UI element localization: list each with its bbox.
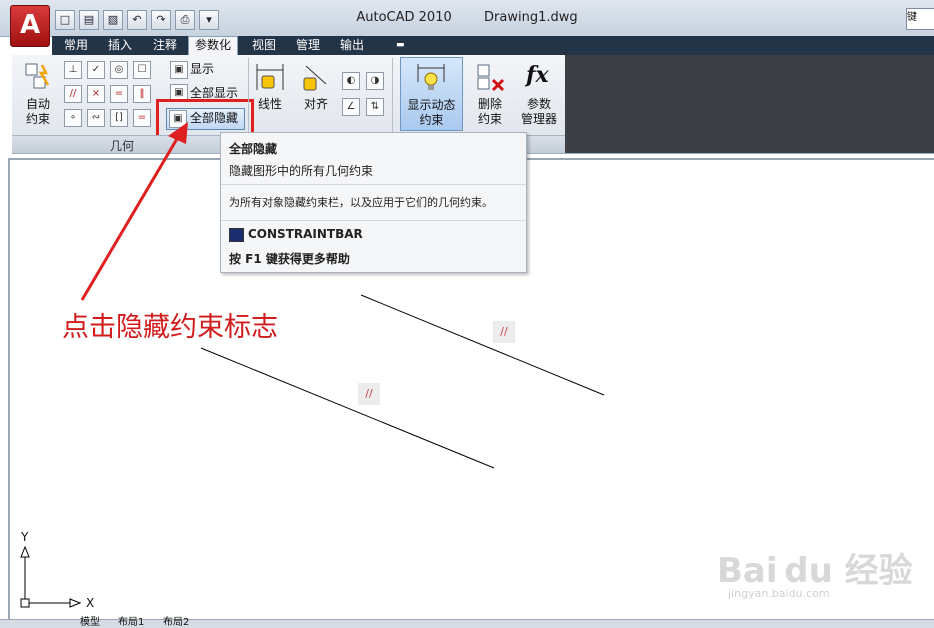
ucs-y-label: Y: [21, 530, 29, 544]
tooltip: 全部隐藏 隐藏图形中的所有几何约束 为所有对象隐藏约束栏，以及应用于它们的几何约…: [220, 132, 527, 273]
tab-model[interactable]: 模型: [80, 618, 100, 628]
ucs-x-label: X: [86, 596, 95, 610]
application-menu-button[interactable]: A: [10, 5, 50, 47]
command-icon: [229, 228, 244, 242]
drawn-line-upper[interactable]: [360, 294, 605, 396]
tooltip-command: CONSTRAINTBAR: [248, 227, 363, 241]
annotation-arrow-head: [168, 122, 188, 144]
tooltip-help: 按 F1 键获得更多帮助: [229, 252, 350, 266]
ucs-y-arrow: [20, 545, 30, 558]
annotation-arrow: [80, 131, 183, 301]
tab-layout2[interactable]: 布局2: [163, 618, 189, 628]
tooltip-summary: 隐藏图形中的所有几何约束: [229, 164, 374, 178]
watermark-logo: Bai du 经验: [717, 551, 913, 591]
parallel-constraint-badge-1[interactable]: //: [493, 321, 515, 343]
tooltip-title: 全部隐藏: [229, 142, 278, 156]
annotation-text: 点击隐藏约束标志: [62, 312, 278, 343]
drawn-line-lower[interactable]: [200, 347, 495, 469]
parallel-constraint-badge-2[interactable]: //: [358, 383, 380, 405]
tab-layout1[interactable]: 布局1: [118, 618, 144, 628]
tooltip-description: 为所有对象隐藏约束栏，以及应用于它们的几何约束。: [229, 196, 493, 209]
ucs-x-arrow: [69, 598, 82, 608]
watermark-url: jingyan.baidu.com: [728, 587, 830, 600]
ucs-origin: [20, 598, 30, 608]
